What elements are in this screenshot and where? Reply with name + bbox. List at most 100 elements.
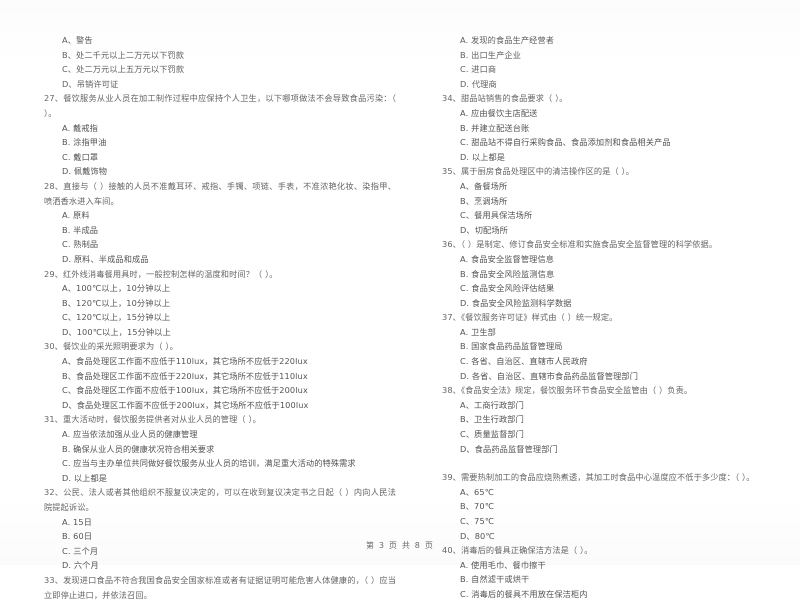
question-block: 33、发现进口食品不符合我国食品安全国家标准或者有证据证明可能危害人体健康的，（… — [30, 573, 396, 602]
option-item: B. 国家食品药品监督管理局 — [460, 341, 563, 352]
option-item: B、处二千元以上二万元以下罚款 — [62, 49, 185, 60]
question-stem: 27、餐饮服务从业人员在加工制作过程中应保持个人卫生，以下哪项做法不会导致食品污… — [30, 91, 396, 120]
option-item: D. 原料、半成品和成品 — [62, 253, 149, 264]
question-stem: 32、公民、法人或者其他组织不服复议决定的，可以在收到复议决定书之日起（ ）内向… — [30, 485, 396, 514]
option-item: B. 确保从业人员的健康状况符合相关要求 — [62, 443, 215, 454]
question-number: 36、 — [442, 239, 461, 250]
question-block: 39、需要热制加工的食品应烧熟煮透，其加工时食品中心温度应不低于多少度：（ ）。… — [428, 470, 792, 543]
option-item: B、烹调场所 — [460, 195, 508, 206]
question-stem: 30、餐饮业的采光照明要求为（ ）。 — [30, 339, 396, 354]
option-item: A、备餐场所 — [460, 180, 508, 191]
option-item: D、切配场所 — [460, 224, 508, 235]
option-item: A、100℃以上，10分钟以上 — [62, 283, 171, 294]
question-text: 重大活动时，餐饮服务提供者对从业人员的管理（ ）。 — [62, 414, 261, 425]
option-item: B、70℃ — [460, 501, 495, 512]
option-item: B. 自然滤干或烘干 — [460, 574, 530, 585]
question-number: 31、 — [44, 414, 63, 425]
option-item: A. 原料 — [62, 210, 90, 221]
question-number: 39、 — [442, 472, 461, 483]
option-item: B、食品处理区工作面不应低于220lux，其它场所不应低于110lux — [62, 370, 308, 381]
option-item: D. 佩戴饰物 — [62, 166, 108, 177]
option-item: D. 食品安全风险监测科学数据 — [460, 297, 572, 308]
question-block: 27、餐饮服务从业人员在加工制作过程中应保持个人卫生，以下哪项做法不会导致食品污… — [30, 91, 396, 179]
question-stem: 29、红外线消毒餐用具时，一般控制怎样的温度和时间？（ ）。 — [30, 267, 396, 282]
option-item: C. 戴口罩 — [62, 151, 99, 162]
page-number-text: 第 3 页 共 8 页 — [365, 541, 435, 550]
question-number: 32、 — [44, 487, 64, 498]
exam-paper-page: A、警告 B、处二千元以上二万元以下罚款 C、处二万元以上五万元以下罚款 D、吊… — [0, 0, 800, 600]
question-block: 32、公民、法人或者其他组织不服复议决定的，可以在收到复议决定书之日起（ ）内向… — [30, 485, 396, 573]
option-item: C、质量监督部门 — [460, 429, 524, 440]
option-item: B. 出口生产企业 — [460, 49, 522, 60]
question-number: 27、 — [44, 93, 64, 104]
option-item: D. 以上都是 — [460, 151, 506, 162]
carryover-option-list-right: A. 发现的食品生产经营者 B. 出口生产企业 C. 进口商 D. 代理商 — [428, 33, 792, 91]
question-number: 34、 — [442, 93, 461, 104]
option-item: C、餐用具保洁场所 — [460, 210, 533, 221]
question-number: 29、 — [44, 268, 63, 279]
option-item: B、卫生行政部门 — [460, 414, 524, 425]
question-number: 33、 — [44, 574, 64, 585]
option-item: A、工商行政部门 — [460, 399, 524, 410]
option-item: D. 六个月 — [62, 560, 99, 571]
option-item: A. 应当依法加强从业人员的健康管理 — [62, 429, 198, 440]
option-item: C. 应当与主办单位共同做好餐饮服务从业人员的培训，满足重大活动的特殊需求 — [62, 458, 356, 469]
question-number: 37、 — [442, 312, 461, 323]
question-stem: 33、发现进口食品不符合我国食品安全国家标准或者有证据证明可能危害人体健康的，（… — [30, 573, 396, 602]
question-text: 直接与（ ）接触的人员不准戴耳环、戒指、手镯、项链、手表，不准浓艳化妆、染指甲、… — [44, 180, 397, 206]
question-block: 35、属于厨房食品处理区中的清洁操作区的是（ ）。 A、备餐场所 B、烹调场所 … — [428, 164, 792, 237]
question-block: 28、直接与（ ）接触的人员不准戴耳环、戒指、手镯、项链、手表，不准浓艳化妆、染… — [30, 179, 396, 267]
page-footer: 第 3 页 共 8 页 — [0, 540, 800, 551]
question-text: 发现进口食品不符合我国食品安全国家标准或者有证据证明可能危害人体健康的，（ ）应… — [44, 574, 396, 600]
question-block: 37、《餐饮服务许可证》样式由（ ）统一规定。 A. 卫生部 B. 国家食品药品… — [428, 310, 792, 383]
option-item: C. 甜品站不得自行采购食品、食品添加剂和食品相关产品 — [460, 137, 671, 148]
carryover-option-list-left: A、警告 B、处二千元以上二万元以下罚款 C、处二万元以上五万元以下罚款 D、吊… — [30, 33, 396, 91]
option-item: C、处二万元以上五万元以下罚款 — [62, 64, 185, 75]
option-item: A、食品处理区工作面不应低于110lux，其它场所不应低于220lux — [62, 356, 308, 367]
question-block: 34、甜品站销售的食品要求（ ）。 A. 应由餐饮主店配送 B. 并建立配送台账… — [428, 91, 792, 164]
option-item: A. 食品安全监督管理信息 — [460, 253, 555, 264]
option-item: A、警告 — [62, 35, 93, 45]
question-text: 需要热制加工的食品应烧熟煮透，其加工时食品中心温度应不低于多少度：（ ）。 — [460, 472, 755, 483]
option-item: A. 发现的食品生产经营者 — [460, 35, 555, 45]
question-text: 公民、法人或者其他组织不服复议决定的，可以在收到复议决定书之日起（ ）内向人民法… — [44, 487, 397, 512]
question-block: 38、《食品安全法》规定，餐饮服务环节食品安全监管由（ ）负责。 A、工商行政部… — [428, 383, 792, 456]
option-item: D、食品处理区工作面不应低于200lux，其它场所不应低于100lux — [62, 399, 309, 410]
question-text: 《餐饮服务许可证》样式由（ ）统一规定。 — [460, 312, 618, 323]
option-item: D、100℃以上，15分钟以上 — [62, 326, 171, 337]
question-stem: 35、属于厨房食品处理区中的清洁操作区的是（ ）。 — [428, 164, 792, 179]
option-item: B、120℃以上，10分钟以上 — [62, 297, 171, 308]
question-text: 甜品站销售的食品要求（ ）。 — [460, 93, 568, 104]
option-item: C. 各省、自治区、直辖市人民政府 — [460, 356, 588, 367]
option-item: A. 15日 — [62, 516, 92, 527]
question-stem: 34、甜品站销售的食品要求（ ）。 — [428, 91, 792, 106]
option-item: A、65℃ — [460, 486, 495, 497]
question-block: 36、（ ）是制定、修订食品安全标准和实施食品安全监督管理的科学依据。 A. 食… — [428, 237, 792, 310]
option-item: A. 戴戒指 — [62, 122, 98, 133]
question-stem: 28、直接与（ ）接触的人员不准戴耳环、戒指、手镯、项链、手表，不准浓艳化妆、染… — [30, 179, 396, 208]
option-item: B. 半成品 — [62, 224, 99, 235]
right-column: A. 发现的食品生产经营者 B. 出口生产企业 C. 进口商 D. 代理商 34… — [400, 33, 800, 602]
question-stem: 31、重大活动时，餐饮服务提供者对从业人员的管理（ ）。 — [30, 412, 396, 427]
question-text: 红外线消毒餐用具时，一般控制怎样的温度和时间？（ ）。 — [62, 268, 278, 279]
question-number: 38、 — [442, 385, 461, 396]
option-item: D. 以上都是 — [62, 472, 108, 483]
option-item: C、120℃以上，15分钟以上 — [62, 312, 171, 323]
question-text: 餐饮服务从业人员在加工制作过程中应保持个人卫生，以下哪项做法不会导致食品污染：（… — [44, 93, 396, 118]
question-block: 29、红外线消毒餐用具时，一般控制怎样的温度和时间？（ ）。 A、100℃以上，… — [30, 267, 396, 340]
question-text: 餐饮业的采光照明要求为（ ）。 — [62, 341, 178, 352]
two-column-body: A、警告 B、处二千元以上二万元以下罚款 C、处二万元以上五万元以下罚款 D、吊… — [0, 33, 800, 602]
option-item: A. 使用毛巾、餐巾擦干 — [460, 559, 546, 570]
option-item: D. 代理商 — [460, 78, 497, 89]
question-number: 28、 — [44, 180, 64, 191]
option-item: B. 食品安全风险监测信息 — [460, 268, 555, 279]
option-item: C. 熟制品 — [62, 239, 99, 250]
option-item: D、食品药品监督管理部门 — [460, 443, 558, 454]
option-item: B. 并建立配送台账 — [460, 122, 530, 133]
question-text: 属于厨房食品处理区中的清洁操作区的是（ ）。 — [460, 166, 635, 177]
question-stem: 39、需要热制加工的食品应烧熟煮透，其加工时食品中心温度应不低于多少度：（ ）。 — [428, 470, 792, 485]
question-stem: 37、《餐饮服务许可证》样式由（ ）统一规定。 — [428, 310, 792, 325]
option-item: B. 涂指甲油 — [62, 137, 107, 148]
option-item: C、75℃ — [460, 516, 495, 526]
question-number: 35、 — [442, 166, 461, 177]
